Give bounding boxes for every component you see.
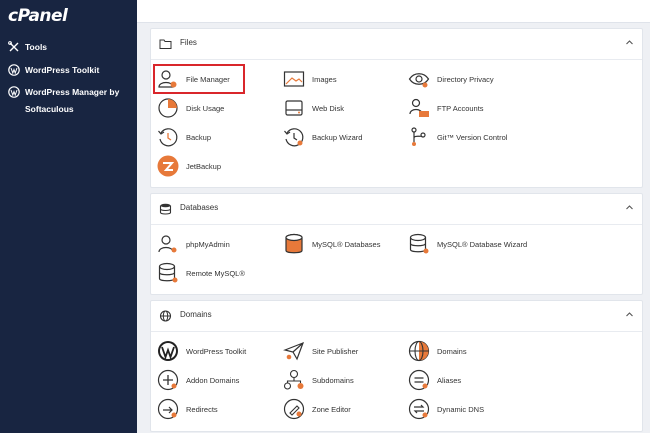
tile-label: Site Publisher <box>312 346 359 356</box>
tile-label: phpMyAdmin <box>186 239 230 249</box>
chevron-up-icon[interactable] <box>625 203 634 212</box>
tile-label: Disk Usage <box>186 103 225 113</box>
chevron-up-icon[interactable] <box>625 310 634 319</box>
tile-label: WordPress Toolkit <box>186 346 247 356</box>
images-icon <box>283 71 305 87</box>
jetbackup-icon <box>157 155 179 177</box>
tile-label: MySQL® Databases <box>312 239 381 249</box>
tile-label: Web Disk <box>312 103 344 113</box>
tile-label: Images <box>312 74 337 84</box>
tile-label: Directory Privacy <box>437 74 494 84</box>
redirects-link[interactable]: Redirects <box>157 397 218 421</box>
disk-usage-icon <box>158 98 178 118</box>
tile-label: Git™ Version Control <box>437 132 508 142</box>
globe-icon <box>159 310 172 322</box>
tile-label: MySQL® Database Wizard <box>437 239 528 249</box>
web-disk-link[interactable]: Web Disk <box>283 96 344 120</box>
section-title: Domains <box>180 310 212 319</box>
tile-label: Backup Wizard <box>312 132 363 142</box>
dynamic-dns-icon <box>408 398 430 420</box>
domains-panel-header[interactable]: Domains <box>151 301 642 332</box>
tile-label: FTP Accounts <box>437 103 484 113</box>
wordpress-icon <box>8 64 20 76</box>
subdomains-link[interactable]: Subdomains <box>283 368 354 392</box>
sidebar-item-wordpress-manager[interactable]: WordPress Manager by Softaculous <box>8 84 133 118</box>
database-icon <box>159 203 172 215</box>
phpmyadmin-link[interactable]: phpMyAdmin <box>157 232 230 256</box>
highlight-box <box>153 64 245 94</box>
tile-label: Subdomains <box>312 375 354 385</box>
tile-label: Zone Editor <box>312 404 351 414</box>
tile-label: JetBackup <box>186 161 222 171</box>
backup-wizard-link[interactable]: Backup Wizard <box>283 125 362 149</box>
sidebar-item-label: WordPress Manager by Softaculous <box>25 87 120 114</box>
tile-label: Dynamic DNS <box>437 404 485 414</box>
tile-label: Remote MySQL® <box>186 268 245 278</box>
section-title: Files <box>180 38 197 47</box>
tile-label: Addon Domains <box>186 375 240 385</box>
backup-wizard-icon <box>284 128 304 147</box>
sidebar-item-label: WordPress Toolkit <box>25 65 100 75</box>
sidebar-item-label: Tools <box>25 42 48 52</box>
sidebar: cPanel Tools WordPress Toolkit WordPress… <box>0 0 137 433</box>
tools-icon <box>8 41 19 52</box>
tile-label: Aliases <box>437 375 462 385</box>
sidebar-item-tools[interactable]: Tools <box>8 39 133 56</box>
database-wizard-icon <box>409 233 429 254</box>
database-icon <box>285 233 303 254</box>
ftp-accounts-link[interactable]: FTP Accounts <box>408 96 484 120</box>
directory-privacy-link[interactable]: Directory Privacy <box>408 67 494 91</box>
databases-panel-header[interactable]: Databases <box>151 194 642 225</box>
addon-domains-link[interactable]: Addon Domains <box>157 368 239 392</box>
tile-label: Domains <box>437 346 467 356</box>
phpmyadmin-icon <box>158 235 177 253</box>
cpanel-logo[interactable]: cPanel <box>8 6 68 26</box>
wordpress-icon <box>8 86 20 98</box>
domains-panel: Domains <box>150 300 643 432</box>
domains-link[interactable]: Domains <box>408 339 467 363</box>
sidebar-item-wordpress-toolkit[interactable]: WordPress Toolkit <box>8 62 133 79</box>
remote-database-icon <box>158 262 178 283</box>
wordpress-toolkit-link[interactable]: WordPress Toolkit <box>157 339 246 363</box>
backup-link[interactable]: Backup <box>157 125 211 149</box>
zone-editor-link[interactable]: Zone Editor <box>283 397 351 421</box>
folder-icon <box>159 39 172 49</box>
files-panel-header[interactable]: Files <box>151 29 642 60</box>
chevron-up-icon[interactable] <box>625 38 634 47</box>
images-link[interactable]: Images <box>283 67 337 91</box>
section-title: Databases <box>180 203 219 212</box>
jetbackup-link[interactable]: JetBackup <box>157 154 221 178</box>
disk-usage-link[interactable]: Disk Usage <box>157 96 224 120</box>
web-disk-icon <box>285 100 303 116</box>
ftp-accounts-icon <box>409 98 429 117</box>
mysql-database-wizard-link[interactable]: MySQL® Database Wizard <box>408 232 527 256</box>
tile-label: Redirects <box>186 404 218 414</box>
paper-plane-icon <box>283 341 305 361</box>
git-version-control-link[interactable]: Git™ Version Control <box>408 125 507 149</box>
wordpress-icon <box>158 341 178 361</box>
add-circle-icon <box>157 369 179 391</box>
git-icon <box>411 127 426 146</box>
aliases-link[interactable]: Aliases <box>408 368 461 392</box>
top-bar <box>137 0 650 23</box>
globe-icon <box>408 340 430 362</box>
backup-icon <box>158 128 178 147</box>
zone-editor-icon <box>283 398 305 420</box>
aliases-icon <box>408 369 430 391</box>
remote-mysql-link[interactable]: Remote MySQL® <box>157 261 245 285</box>
mysql-databases-link[interactable]: MySQL® Databases <box>283 232 380 256</box>
tile-label: Backup <box>186 132 212 142</box>
site-publisher-link[interactable]: Site Publisher <box>283 339 358 363</box>
dynamic-dns-link[interactable]: Dynamic DNS <box>408 397 484 421</box>
subdomains-icon <box>283 369 304 390</box>
redirects-icon <box>157 398 179 420</box>
eye-icon <box>408 73 430 88</box>
